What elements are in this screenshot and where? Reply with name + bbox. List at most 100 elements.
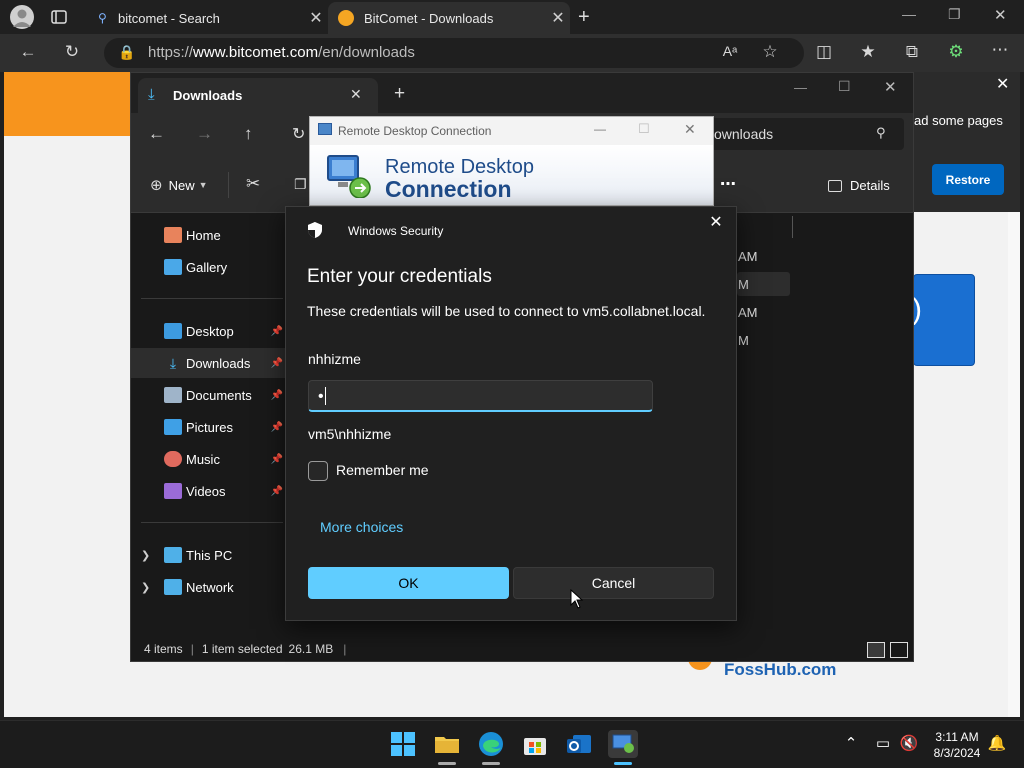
file-explorer-icon[interactable] <box>433 730 461 758</box>
outlook-mail-icon[interactable] <box>565 730 593 758</box>
text-caret <box>325 387 326 405</box>
search-icon[interactable]: ⚲ <box>876 125 886 141</box>
rdc-heading-line2: Connection <box>385 176 512 202</box>
close-icon[interactable]: ✕ <box>546 8 570 28</box>
ok-button[interactable]: OK <box>308 567 509 599</box>
tab-actions-icon[interactable] <box>50 8 68 26</box>
tab-label: bitcomet - Search <box>118 10 220 26</box>
sidebar-item-this-pc[interactable]: This PC <box>131 540 285 570</box>
sidebar-item-desktop[interactable]: Desktop 📌 <box>131 316 285 346</box>
password-input[interactable] <box>308 380 653 412</box>
details-pane-icon <box>828 179 842 192</box>
dialog-close-button[interactable]: ✕ <box>704 212 728 232</box>
new-button[interactable]: ⊕ New ▼ <box>150 176 208 194</box>
sidebar-item-home[interactable]: Home <box>131 220 285 250</box>
remember-me-checkbox[interactable] <box>308 461 328 481</box>
download-arrow-icon: ⤓ <box>169 355 177 371</box>
restore-button[interactable]: Restore <box>932 164 1004 195</box>
url-text[interactable]: https://www.bitcomet.com/en/downloads <box>148 44 415 61</box>
new-tab-plus-icon[interactable]: + <box>394 83 405 105</box>
maximize-icon[interactable]: ☐ <box>838 78 851 95</box>
minimize-icon[interactable]: — <box>594 122 606 136</box>
refresh-icon[interactable]: ↻ <box>58 42 86 62</box>
bitcomet-favicon-icon <box>338 10 354 26</box>
active-indicator <box>614 762 632 765</box>
more-choices-link[interactable]: More choices <box>320 519 403 535</box>
dialog-heading: Enter your credentials <box>307 266 492 287</box>
sidebar-item-videos[interactable]: Videos 📌 <box>131 476 285 506</box>
selection-size: 26.1 MB <box>288 642 334 656</box>
sidebar-item-gallery[interactable]: Gallery <box>131 252 285 282</box>
chevron-up-icon[interactable]: ⌃ <box>840 734 862 752</box>
pin-icon: 📌 <box>270 325 283 337</box>
extension-icon[interactable]: ⚙ <box>942 42 970 62</box>
network-icon <box>164 579 182 595</box>
sidebar-item-music[interactable]: Music 📌 <box>131 444 285 474</box>
close-window-icon[interactable]: ✕ <box>884 78 897 96</box>
sidebar-item-downloads[interactable]: ⤓ Downloads 📌 <box>131 348 285 378</box>
download-arrow-icon: ⤓ <box>148 86 155 103</box>
minimize-icon[interactable]: — <box>794 80 807 95</box>
music-icon <box>164 451 182 467</box>
back-arrow-icon[interactable]: ← <box>148 124 165 144</box>
up-arrow-icon[interactable]: ↑ <box>244 124 253 144</box>
new-tab-plus-icon[interactable]: + <box>578 6 590 29</box>
copy-icon[interactable]: ❐ <box>294 176 307 193</box>
remember-me-label[interactable]: Remember me <box>336 462 429 478</box>
profile-avatar[interactable] <box>10 5 34 29</box>
more-options-icon[interactable]: ⋯ <box>986 40 1014 60</box>
minimize-icon[interactable]: — <box>902 6 916 22</box>
running-indicator <box>438 762 456 765</box>
fosshub-link[interactable]: FossHub.com <box>724 660 836 680</box>
lock-icon[interactable]: 🔒 <box>118 44 135 61</box>
pin-icon: 📌 <box>270 421 283 433</box>
cancel-button[interactable]: Cancel <box>513 567 714 599</box>
sidebar-item-network[interactable]: Network <box>131 572 285 602</box>
favorite-star-icon[interactable]: ☆ <box>756 42 784 62</box>
browser-tab-search[interactable]: ⚲ bitcomet - Search ✕ <box>88 2 328 34</box>
nav-divider <box>141 298 283 299</box>
start-windows-icon[interactable] <box>389 730 417 758</box>
close-window-icon[interactable]: ✕ <box>994 6 1007 24</box>
home-icon <box>164 227 182 243</box>
more-options-icon[interactable]: ⋯ <box>720 174 736 194</box>
microsoft-store-icon[interactable] <box>521 730 549 758</box>
download-card[interactable]: ) <box>912 274 975 366</box>
favorites-icon[interactable]: ★ <box>854 42 882 62</box>
forward-arrow-icon[interactable]: → <box>196 124 213 144</box>
edge-browser-icon[interactable] <box>477 730 505 758</box>
refresh-icon[interactable]: ↻ <box>292 124 305 144</box>
shield-icon <box>306 221 324 239</box>
split-screen-icon[interactable]: ◫ <box>810 42 838 62</box>
restore-window-icon[interactable]: ❐ <box>948 6 961 23</box>
close-icon[interactable]: ✕ <box>350 86 362 103</box>
collections-icon[interactable]: ⧉ <box>898 42 926 62</box>
browser-tab-downloads[interactable]: BitComet - Downloads ✕ <box>328 2 570 34</box>
nav-label: Home <box>186 227 221 243</box>
close-window-icon[interactable]: ✕ <box>684 121 696 138</box>
file-row-date-fragment: AM <box>738 249 758 264</box>
username-label: nhhizme <box>308 351 361 367</box>
page-scrollbar[interactable] <box>1008 136 1020 717</box>
read-aloud-icon[interactable]: Aᵃ <box>716 43 744 59</box>
details-view-icon[interactable] <box>867 642 885 658</box>
site-header-banner <box>4 72 134 136</box>
sidebar-item-documents[interactable]: Documents 📌 <box>131 380 285 410</box>
network-status-icon[interactable]: ▭ <box>872 734 894 752</box>
close-icon[interactable]: ✕ <box>304 8 328 28</box>
sidebar-item-pictures[interactable]: Pictures 📌 <box>131 412 285 442</box>
selection-count: 1 item selected <box>201 642 283 656</box>
close-icon[interactable]: ✕ <box>996 74 1009 94</box>
volume-muted-icon[interactable]: 🔇 <box>898 734 920 752</box>
cut-scissors-icon[interactable]: ✂ <box>246 174 260 194</box>
tiles-view-icon[interactable] <box>890 642 908 658</box>
notification-bell-icon[interactable]: 🔔 <box>986 734 1008 752</box>
details-button[interactable]: Details <box>828 178 890 193</box>
videos-icon <box>164 483 182 499</box>
maximize-icon[interactable]: ☐ <box>638 121 650 137</box>
back-arrow-icon[interactable]: ← <box>14 42 42 62</box>
nav-label: This PC <box>186 547 233 563</box>
remote-desktop-taskbar-icon[interactable] <box>608 730 638 758</box>
tab-label: BitComet - Downloads <box>364 10 494 26</box>
system-clock[interactable]: 3:11 AM 8/3/2024 <box>924 729 990 761</box>
